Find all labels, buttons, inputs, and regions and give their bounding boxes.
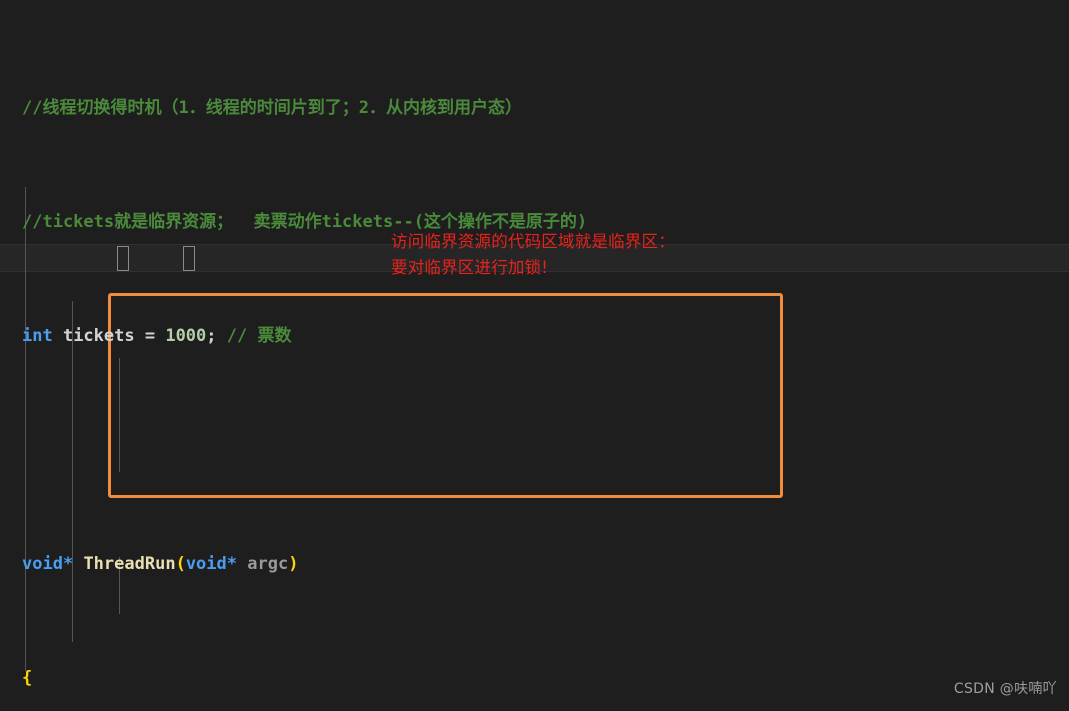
paren-open: ( xyxy=(175,553,186,574)
code-line-1: //线程切换得时机（1．线程的时间片到了；2．从内核到用户态） xyxy=(0,94,1069,123)
pointer-star-param: * xyxy=(226,553,248,574)
semicolon: ; xyxy=(206,325,227,346)
annotation-line-2: 要对临界区进行加锁! xyxy=(391,258,549,277)
comment-token: //线程切换得时机（1．线程的时间片到了；2．从内核到用户态） xyxy=(22,97,522,118)
annotation-line-1: 访问临界资源的代码区域就是临界区： xyxy=(391,232,675,251)
code-content: //线程切换得时机（1．线程的时间片到了；2．从内核到用户态） //ticket… xyxy=(0,0,1069,711)
identifier-tickets: tickets xyxy=(52,325,145,346)
keyword-void: void xyxy=(22,553,63,574)
function-name-threadrun: ThreadRun xyxy=(83,553,176,574)
csdn-watermark: CSDN @呋喃吖 xyxy=(953,680,1057,697)
brace-open-function: { xyxy=(22,667,33,688)
number-1000: 1000 xyxy=(165,325,207,346)
pointer-star: * xyxy=(62,553,84,574)
code-line-6: { xyxy=(0,664,1069,693)
annotation-text-2: 要对临界区进行加锁! xyxy=(391,255,548,280)
code-line-5: void* ThreadRun(void* argc) xyxy=(0,550,1069,579)
code-editor-screenshot: //线程切换得时机（1．线程的时间片到了；2．从内核到用户态） //ticket… xyxy=(0,0,1069,711)
param-argc: argc xyxy=(247,553,289,574)
paren-close: ) xyxy=(288,553,299,574)
code-line-3: int tickets = 1000; // 票数 xyxy=(0,322,1069,351)
annotation-text: 访问临界资源的代码区域就是临界区： xyxy=(391,229,675,254)
code-line-4-blank xyxy=(0,436,1069,465)
keyword-void-param: void xyxy=(185,553,227,574)
comment-token: // 票数 xyxy=(226,325,292,346)
operator-assign: = xyxy=(144,325,166,346)
keyword-int: int xyxy=(22,325,53,346)
